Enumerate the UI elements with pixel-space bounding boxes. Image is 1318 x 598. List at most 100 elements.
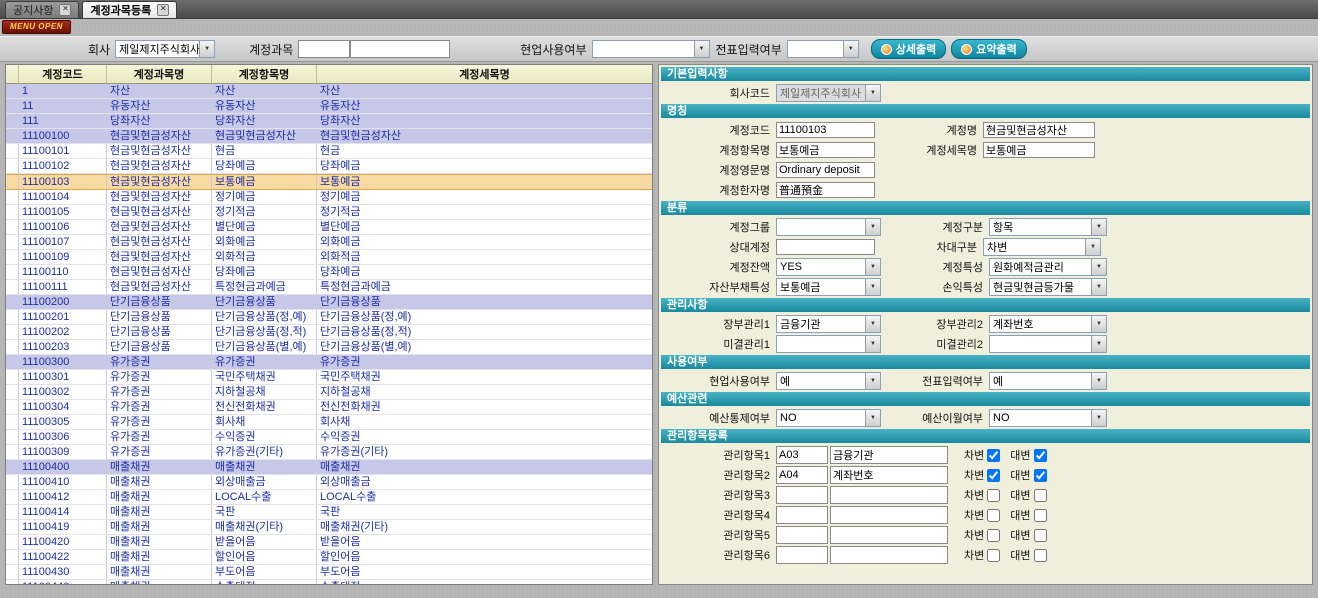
tab-account-registration[interactable]: 계정과목등록 ✕ <box>82 1 177 18</box>
table-row[interactable]: 11100422매출채권할인어음할인어음 <box>6 550 652 565</box>
table-row[interactable]: 11100304유가증권전신전화채권전신전화채권 <box>6 400 652 415</box>
close-icon[interactable]: ✕ <box>59 4 71 16</box>
table-row[interactable]: 11100419매출채권매출채권(기타)매출채권(기타) <box>6 520 652 535</box>
table-row[interactable]: 11100301유가증권국민주택채권국민주택채권 <box>6 370 652 385</box>
mgmt-item-name-input[interactable] <box>830 546 948 564</box>
table-row[interactable]: 11100202단기금융상품단기금융상품(정,적)단기금융상품(정,적) <box>6 325 652 340</box>
credit-checkbox[interactable] <box>1034 549 1047 562</box>
budget-control-select[interactable]: NO ▼ <box>776 409 881 427</box>
mgmt-item-code-input[interactable] <box>776 446 828 464</box>
debit-checkbox[interactable] <box>987 489 1000 502</box>
table-row[interactable]: 11100440매출채권수출대전수출대전 <box>6 580 652 585</box>
credit-checkbox[interactable] <box>1034 529 1047 542</box>
account-detail-name-input[interactable] <box>983 142 1095 158</box>
tab-notice[interactable]: 공지사항 ✕ <box>5 1 79 18</box>
detail-print-button[interactable]: 상세출력 <box>871 39 946 59</box>
table-row[interactable]: 11100106현금및현금성자산별단예금별단예금 <box>6 220 652 235</box>
company-select[interactable]: 제일제지주식회사 ▼ <box>115 40 215 58</box>
pending-management1-select[interactable]: ▼ <box>776 335 881 353</box>
mgmt-item-name-input[interactable] <box>830 466 948 484</box>
table-row[interactable]: 11100102현금및현금성자산당좌예금당좌예금 <box>6 159 652 174</box>
table-row[interactable]: 11100412매출채권LOCAL수출LOCAL수출 <box>6 490 652 505</box>
account-division-select[interactable]: 항목 ▼ <box>989 218 1107 236</box>
table-row[interactable]: 11100306유가증권수익증권수익증권 <box>6 430 652 445</box>
debit-checkbox[interactable] <box>987 449 1000 462</box>
debit-checkbox[interactable] <box>987 509 1000 522</box>
account-group-select[interactable]: ▼ <box>776 218 881 236</box>
english-name-input[interactable] <box>776 162 875 178</box>
table-row[interactable]: 11100101현금및현금성자산현금현금 <box>6 144 652 159</box>
table-cell <box>6 565 19 579</box>
table-row[interactable]: 11100105현금및현금성자산정기적금정기적금 <box>6 205 652 220</box>
profit-loss-select[interactable]: 현금및현금등가물 ▼ <box>989 278 1107 296</box>
mgmt-item-code-input[interactable] <box>776 486 828 504</box>
counter-account-input[interactable] <box>776 239 875 255</box>
summary-print-button[interactable]: 요약출력 <box>951 39 1026 59</box>
table-row[interactable]: 11100201단기금융상품단기금융상품(정,예)단기금융상품(정,예) <box>6 310 652 325</box>
credit-checkbox[interactable] <box>1034 509 1047 522</box>
pending-management2-select[interactable]: ▼ <box>989 335 1107 353</box>
field-use-filter-select[interactable]: ▼ <box>592 40 710 58</box>
table-row[interactable]: 11100309유가증권유가증권(기타)유가증권(기타) <box>6 445 652 460</box>
mgmt-item-name-input[interactable] <box>830 506 948 524</box>
account-code-search-input[interactable] <box>298 40 350 58</box>
mgmt-item-code-input[interactable] <box>776 466 828 484</box>
mgmt-item-code-input[interactable] <box>776 506 828 524</box>
table-row[interactable]: 11100107현금및현금성자산외화예금외화예금 <box>6 235 652 250</box>
table-row[interactable]: 11100100현금및현금성자산현금및현금성자산현금및현금성자산 <box>6 129 652 144</box>
mgmt-item-code-input[interactable] <box>776 546 828 564</box>
debit-label: 차변 <box>964 547 984 563</box>
table-row[interactable]: 11100200단기금융상품단기금융상품단기금융상품 <box>6 295 652 310</box>
account-balance-select[interactable]: YES ▼ <box>776 258 881 276</box>
slip-input-select[interactable]: 예 ▼ <box>989 372 1107 390</box>
credit-checkbox[interactable] <box>1034 449 1047 462</box>
account-name-search-input[interactable] <box>350 40 450 58</box>
debit-checkbox[interactable] <box>987 529 1000 542</box>
account-name-input[interactable] <box>983 122 1095 138</box>
menu-open-button[interactable]: MENU OPEN <box>2 20 71 34</box>
hanja-name-input[interactable] <box>776 182 875 198</box>
table-row[interactable]: 11100109현금및현금성자산외화적금외화적금 <box>6 250 652 265</box>
mgmt-item-name-input[interactable] <box>830 486 948 504</box>
credit-checkbox[interactable] <box>1034 469 1047 482</box>
table-cell <box>6 490 19 504</box>
table-row[interactable]: 11100203단기금융상품단기금융상품(별,예)단기금융상품(별,예) <box>6 340 652 355</box>
book-management1-select[interactable]: 금융기관 ▼ <box>776 315 881 333</box>
book-management2-select[interactable]: 계좌번호 ▼ <box>989 315 1107 333</box>
budget-carryover-select[interactable]: NO ▼ <box>989 409 1107 427</box>
table-row[interactable]: 11100300유가증권유가증권유가증권 <box>6 355 652 370</box>
credit-checkbox[interactable] <box>1034 489 1047 502</box>
slip-input-filter-select[interactable]: ▼ <box>787 40 859 58</box>
debit-checkbox[interactable] <box>987 549 1000 562</box>
account-code-input[interactable] <box>776 122 875 138</box>
company-code-select[interactable]: 제일제지주식회사 ▼ <box>776 84 881 102</box>
mgmt-item-row: 관리항목5차변대변 <box>661 525 1310 545</box>
table-row[interactable]: 11100302유가증권지하철공채지하철공채 <box>6 385 652 400</box>
table-row[interactable]: 11100110현금및현금성자산당좌예금당좌예금 <box>6 265 652 280</box>
debit-credit-select[interactable]: 차변 ▼ <box>983 238 1101 256</box>
table-row[interactable]: 11100103현금및현금성자산보통예금보통예금 <box>6 174 652 190</box>
table-row[interactable]: 11100400매출채권매출채권매출채권 <box>6 460 652 475</box>
account-characteristic-select[interactable]: 원화예적금관리 ▼ <box>989 258 1107 276</box>
debit-checkbox[interactable] <box>987 469 1000 482</box>
field-use-select[interactable]: 예 ▼ <box>776 372 881 390</box>
table-row[interactable]: 11100111현금및현금성자산특정현금과예금특정현금과예금 <box>6 280 652 295</box>
table-row[interactable]: 11100414매출채권국판국판 <box>6 505 652 520</box>
table-row[interactable]: 11유동자산유동자산유동자산 <box>6 99 652 114</box>
account-item-name-input[interactable] <box>776 142 875 158</box>
mgmt-item-code-input[interactable] <box>776 526 828 544</box>
table-row[interactable]: 11100420매출채권받을어음받을어음 <box>6 535 652 550</box>
table-row[interactable]: 11100430매출채권부도어음부도어음 <box>6 565 652 580</box>
table-row[interactable]: 11100410매출채권외상매출금외상매출금 <box>6 475 652 490</box>
table-row[interactable]: 111당좌자산당좌자산당좌자산 <box>6 114 652 129</box>
mgmt-item-name-input[interactable] <box>830 526 948 544</box>
asset-liability-select[interactable]: 보통예금 ▼ <box>776 278 881 296</box>
tab-bar: 공지사항 ✕ 계정과목등록 ✕ <box>0 0 1318 19</box>
close-icon[interactable]: ✕ <box>157 4 169 16</box>
table-row[interactable]: 1자산자산자산 <box>6 84 652 99</box>
chevron-down-icon: ▼ <box>865 279 880 295</box>
mgmt-item-name-input[interactable] <box>830 446 948 464</box>
table-cell <box>6 520 19 534</box>
table-row[interactable]: 11100305유가증권회사채회사채 <box>6 415 652 430</box>
table-row[interactable]: 11100104현금및현금성자산정기예금정기예금 <box>6 190 652 205</box>
